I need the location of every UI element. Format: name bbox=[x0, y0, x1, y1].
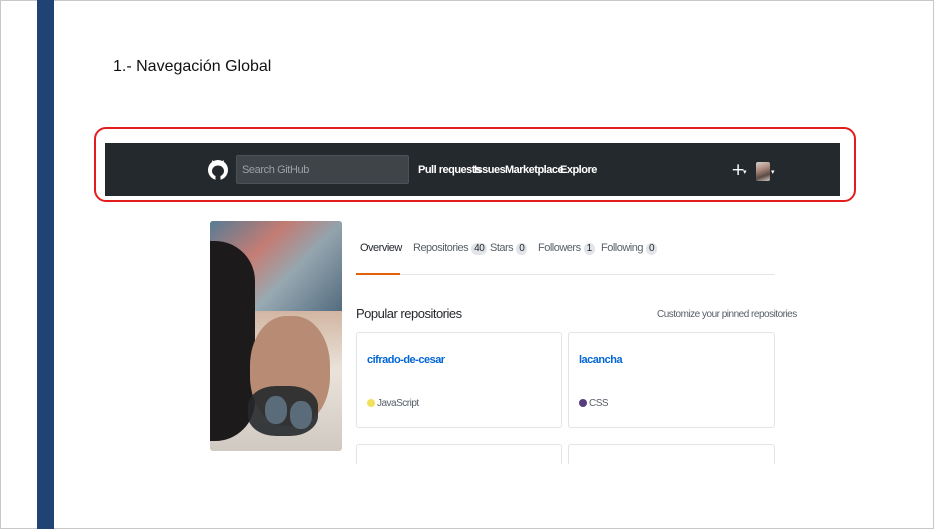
count-badge: 0 bbox=[645, 243, 658, 255]
repo-card bbox=[356, 444, 562, 464]
count-badge: 0 bbox=[516, 243, 528, 255]
repo-card bbox=[568, 444, 775, 464]
popular-repos-heading: Popular repositories bbox=[356, 306, 462, 321]
repo-link[interactable]: lacancha bbox=[579, 354, 623, 366]
slide-accent-bar bbox=[37, 0, 54, 529]
language-color-dot bbox=[367, 399, 375, 407]
repo-card: cifrado-de-cesar JavaScript bbox=[356, 332, 562, 428]
repo-link[interactable]: cifrado-de-cesar bbox=[367, 354, 445, 366]
tab-repositories[interactable]: Repositories 40 bbox=[413, 242, 488, 255]
slide-title: 1.- Navegación Global bbox=[113, 58, 272, 75]
tab-following[interactable]: Following 0 bbox=[601, 242, 658, 255]
repo-language: CSS bbox=[579, 398, 609, 409]
language-color-dot bbox=[579, 399, 587, 407]
repo-language: JavaScript bbox=[367, 398, 419, 409]
profile-photo bbox=[210, 221, 342, 451]
tab-followers[interactable]: Followers 1 bbox=[538, 242, 595, 255]
customize-pinned-link[interactable]: Customize your pinned repositories bbox=[657, 309, 797, 320]
count-badge: 40 bbox=[471, 243, 488, 255]
active-tab-indicator bbox=[356, 273, 400, 275]
tab-stars[interactable]: Stars 0 bbox=[490, 242, 528, 255]
tab-overview[interactable]: Overview bbox=[360, 242, 402, 254]
tabs-divider bbox=[356, 274, 775, 275]
highlight-box bbox=[94, 127, 856, 202]
repo-card: lacancha CSS bbox=[568, 332, 775, 428]
count-badge: 1 bbox=[583, 243, 595, 255]
